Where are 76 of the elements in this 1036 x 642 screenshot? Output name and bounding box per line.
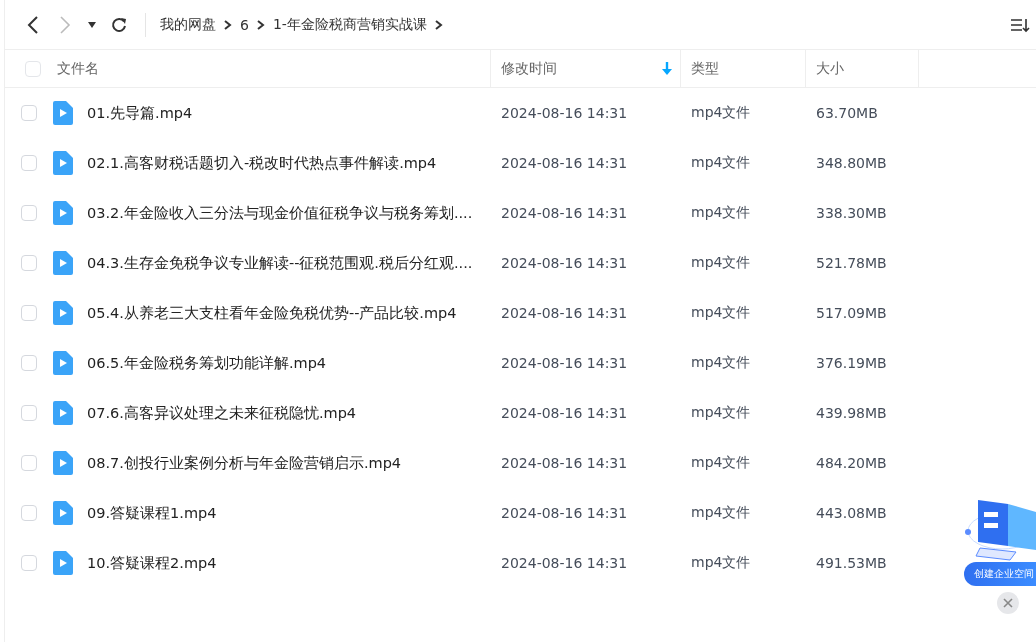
file-name[interactable]: 05.4.从养老三大支柱看年金险免税优势--产品比较.mp4: [87, 303, 457, 323]
breadcrumb-link[interactable]: 1-年金险税商营销实战课: [272, 15, 427, 34]
file-size: 443.08MB: [816, 505, 887, 521]
select-all-checkbox[interactable]: [25, 60, 41, 77]
modified-time: 2024-08-16 14:31: [501, 155, 628, 171]
video-file-icon: [53, 501, 73, 525]
create-space-button[interactable]: 创建企业空间: [964, 562, 1036, 586]
file-name[interactable]: 03.2.年金险收入三分法与现金价值征税争议与税务筹划....: [87, 203, 473, 223]
file-type: mp4文件: [691, 504, 751, 522]
modified-time: 2024-08-16 14:31: [501, 555, 628, 571]
file-name[interactable]: 10.答疑课程2.mp4: [87, 553, 217, 573]
file-name[interactable]: 06.5.年金险税务筹划功能详解.mp4: [87, 353, 327, 373]
video-file-icon: [53, 201, 73, 225]
modified-time: 2024-08-16 14:31: [501, 455, 628, 471]
breadcrumb-link[interactable]: 我的网盘: [160, 15, 216, 34]
forward-icon[interactable]: [58, 15, 72, 34]
modified-time: 2024-08-16 14:31: [501, 205, 628, 221]
file-size: 491.53MB: [816, 555, 887, 571]
modified-time: 2024-08-16 14:31: [501, 405, 628, 421]
row-checkbox[interactable]: [21, 455, 37, 471]
video-file-icon: [53, 401, 73, 425]
row-checkbox[interactable]: [21, 305, 37, 321]
row-checkbox[interactable]: [21, 255, 37, 271]
file-size: 376.19MB: [816, 355, 887, 371]
video-file-icon: [53, 551, 73, 575]
column-header[interactable]: 大小: [816, 59, 918, 78]
video-file-icon: [53, 351, 73, 375]
file-type: mp4文件: [691, 304, 751, 322]
file-size: 521.78MB: [816, 255, 887, 271]
file-size: 338.30MB: [816, 205, 887, 221]
file-size: 348.80MB: [816, 155, 887, 171]
video-file-icon: [53, 151, 73, 175]
row-checkbox[interactable]: [21, 555, 37, 571]
row-checkbox[interactable]: [21, 105, 37, 121]
chevron-icon: [256, 19, 265, 30]
file-name[interactable]: 04.3.生存金免税争议专业解读--征税范围观.税后分红观....: [87, 253, 473, 273]
video-file-icon: [53, 251, 73, 275]
row-checkbox[interactable]: [21, 405, 37, 421]
row-checkbox[interactable]: [21, 155, 37, 171]
file-size: 63.70MB: [816, 105, 878, 121]
row-checkbox[interactable]: [21, 505, 37, 521]
file-name[interactable]: 08.7.创投行业案例分析与年金险营销启示.mp4: [87, 453, 402, 473]
video-file-icon: [53, 451, 73, 475]
video-file-icon: [53, 301, 73, 325]
modified-time: 2024-08-16 14:31: [501, 255, 628, 271]
file-type: mp4文件: [691, 354, 751, 372]
file-type: mp4文件: [691, 104, 751, 122]
file-name[interactable]: 07.6.高客异议处理之未来征税隐忧.mp4: [87, 403, 357, 423]
video-file-icon: [53, 101, 73, 125]
row-checkbox[interactable]: [21, 355, 37, 371]
file-name[interactable]: 01.先导篇.mp4: [87, 103, 193, 123]
file-type: mp4文件: [691, 554, 751, 572]
file-size: 484.20MB: [816, 455, 887, 471]
back-icon[interactable]: [26, 15, 40, 34]
modified-time: 2024-08-16 14:31: [501, 505, 628, 521]
breadcrumb-link[interactable]: 6: [240, 16, 249, 33]
file-type: mp4文件: [691, 204, 751, 222]
modified-time: 2024-08-16 14:31: [501, 305, 628, 321]
file-name[interactable]: 02.1.高客财税话题切入-税改时代热点事件解读.mp4: [87, 153, 437, 173]
modified-time: 2024-08-16 14:31: [501, 105, 628, 121]
file-type: mp4文件: [691, 454, 751, 472]
chevron-icon: [224, 19, 232, 30]
file-type: mp4文件: [691, 154, 751, 172]
column-header[interactable]: 文件名: [57, 59, 490, 78]
column-header[interactable]: 类型: [691, 59, 805, 78]
file-type: mp4文件: [691, 254, 751, 272]
row-checkbox[interactable]: [21, 205, 37, 221]
column-header[interactable]: 修改时间: [501, 59, 662, 78]
dropdown-caret-icon[interactable]: [88, 21, 96, 28]
file-size: 439.98MB: [816, 405, 887, 421]
close-icon[interactable]: [997, 592, 1019, 614]
chevron-icon: [434, 19, 443, 30]
modified-time: 2024-08-16 14:31: [501, 355, 628, 371]
file-name[interactable]: 09.答疑课程1.mp4: [87, 503, 217, 523]
file-type: mp4文件: [691, 404, 751, 422]
file-size: 517.09MB: [816, 305, 887, 321]
